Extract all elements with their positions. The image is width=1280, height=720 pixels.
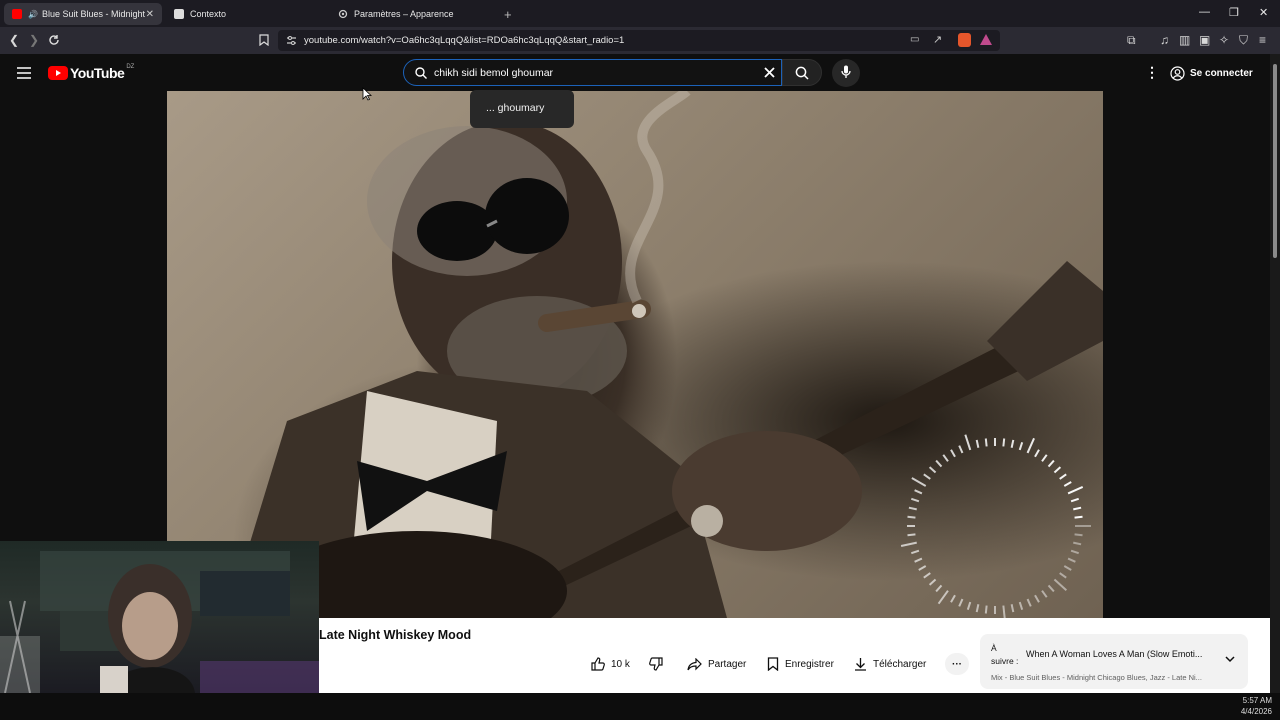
vpn-icon[interactable]: ⛉ (1239, 33, 1248, 47)
hamburger-menu-icon[interactable] (17, 67, 31, 79)
search-icon (415, 67, 427, 79)
up-next-prefix-2: suivre : (991, 656, 1019, 666)
url-text: youtube.com/watch?v=Oa6hc3qLqqQ&list=RDO… (304, 35, 625, 46)
site-settings-icon[interactable] (286, 35, 297, 46)
chevron-down-icon[interactable] (1225, 656, 1235, 663)
menu-icon[interactable]: ≡ (1259, 33, 1266, 47)
up-next-playlist: Mix - Blue Suit Blues - Midnight Chicago… (991, 673, 1202, 682)
brave-rewards-icon[interactable] (980, 34, 992, 45)
clock-date: 4/4/2026 (1240, 707, 1272, 716)
os-taskbar: 5:57 AM 4/4/2026 (0, 693, 1280, 720)
reload-icon[interactable] (48, 34, 60, 46)
search-suggestion-item[interactable]: ... ghoumary (486, 102, 544, 114)
forward-icon[interactable]: ❯ (29, 33, 39, 47)
dislike-button[interactable] (649, 653, 669, 675)
share-label: Partager (708, 658, 747, 670)
contexto-favicon-icon (174, 9, 184, 19)
sign-in-button[interactable]: Se connecter (1170, 62, 1253, 84)
gear-icon (338, 9, 348, 19)
thumbs-down-icon (649, 657, 663, 671)
download-label: Télécharger (873, 658, 927, 670)
mouse-cursor-icon (362, 87, 372, 101)
tab-label: Paramètres – Apparence (354, 9, 454, 19)
download-button[interactable]: Télécharger (854, 653, 926, 675)
youtube-favicon-icon (12, 9, 22, 19)
close-window-icon[interactable]: ✕ (1259, 6, 1268, 19)
media-icon[interactable]: ♫ (1160, 33, 1169, 47)
new-tab-button[interactable]: + (496, 3, 520, 25)
microphone-icon (841, 65, 851, 78)
youtube-header: YouTube DZ chikh sidi bemol ghoumar ⋮ Se… (0, 54, 1270, 91)
youtube-logo[interactable]: YouTube DZ (48, 64, 135, 81)
system-clock[interactable]: 5:57 AM 4/4/2026 (1241, 695, 1272, 717)
webcam-feed-image (0, 551, 319, 693)
search-icon (795, 66, 809, 80)
thumbs-up-icon (591, 657, 605, 671)
wallet-icon[interactable]: ▣ (1199, 33, 1210, 47)
tab-label: Blue Suit Blues - Midnight Ch (41, 9, 146, 19)
voice-search-button[interactable] (832, 59, 860, 87)
search-box[interactable]: chikh sidi bemol ghoumar (403, 59, 782, 86)
share-arrow-icon (687, 657, 702, 670)
scrollbar-thumb[interactable] (1273, 64, 1277, 258)
tab-label: Contexto (190, 9, 227, 19)
up-next-panel[interactable]: À suivre : When A Woman Loves A Man (Slo… (980, 634, 1248, 689)
address-bar[interactable]: youtube.com/watch?v=Oa6hc3qLqqQ&list=RDO… (278, 30, 1000, 51)
save-bookmark-icon (767, 657, 779, 671)
close-tab-icon[interactable]: ✕ (146, 9, 154, 20)
save-button[interactable]: Enregistrer (767, 653, 834, 675)
search-input[interactable]: chikh sidi bemol ghoumar (434, 67, 553, 79)
youtube-play-logo-icon (48, 66, 68, 80)
browser-tab-strip: 🔊 Blue Suit Blues - Midnight Ch ✕ Contex… (0, 0, 1280, 27)
page-scrollbar[interactable] (1270, 54, 1280, 693)
like-count: 10 k (611, 658, 630, 670)
more-actions-icon[interactable]: ··· (945, 653, 969, 675)
up-next-prefix: À (991, 643, 997, 653)
clear-search-icon[interactable] (764, 67, 775, 78)
cast-icon[interactable]: ▭ (910, 34, 919, 45)
sign-in-label: Se connecter (1190, 67, 1253, 79)
leo-ai-icon[interactable]: ✧ (1219, 33, 1229, 47)
bookmark-icon[interactable] (259, 34, 269, 46)
account-icon (1170, 65, 1185, 81)
restore-icon[interactable]: ❐ (1229, 6, 1239, 19)
speaker-icon: 🔊 (28, 9, 38, 19)
tab-contexto[interactable]: Contexto (166, 3, 326, 25)
more-options-icon[interactable]: ⋮ (1145, 64, 1159, 81)
video-info-bar: Late Night Whiskey Mood 10 k Partager En… (319, 618, 1270, 693)
download-icon (855, 658, 866, 671)
back-icon[interactable]: ❮ (9, 33, 19, 47)
webcam-overlay (0, 541, 319, 693)
tab-search-icon[interactable]: ⧉ (1127, 33, 1136, 47)
loading-spinner-icon (900, 434, 1091, 618)
minimize-icon[interactable]: — (1199, 6, 1210, 18)
share-button[interactable]: Partager (687, 653, 746, 675)
tab-settings-appearance[interactable]: Paramètres – Apparence (330, 3, 490, 25)
region-code: DZ (126, 64, 135, 70)
search-button[interactable] (782, 59, 822, 86)
video-title: Late Night Whiskey Mood (319, 628, 472, 642)
video-player[interactable] (167, 91, 1103, 618)
search-suggestion-dropdown: ... ghoumary (470, 90, 574, 128)
tab-blue-suit-blues[interactable]: 🔊 Blue Suit Blues - Midnight Ch ✕ (4, 3, 162, 25)
sidebar-icon[interactable]: ▥ (1179, 33, 1190, 47)
up-next-title[interactable]: When A Woman Loves A Man (Slow Emoti... (1026, 649, 1210, 659)
save-label: Enregistrer (785, 658, 834, 670)
youtube-logo-text: YouTube (70, 65, 125, 81)
share-page-icon[interactable]: ↗ (933, 33, 942, 46)
like-button[interactable]: 10 k (591, 653, 630, 675)
clock-time: 5:57 AM (1242, 696, 1272, 705)
browser-toolbar: ❮ ❯ youtube.com/watch?v=Oa6hc3qLqqQ&list… (0, 27, 1280, 54)
brave-shields-icon[interactable] (958, 33, 971, 47)
